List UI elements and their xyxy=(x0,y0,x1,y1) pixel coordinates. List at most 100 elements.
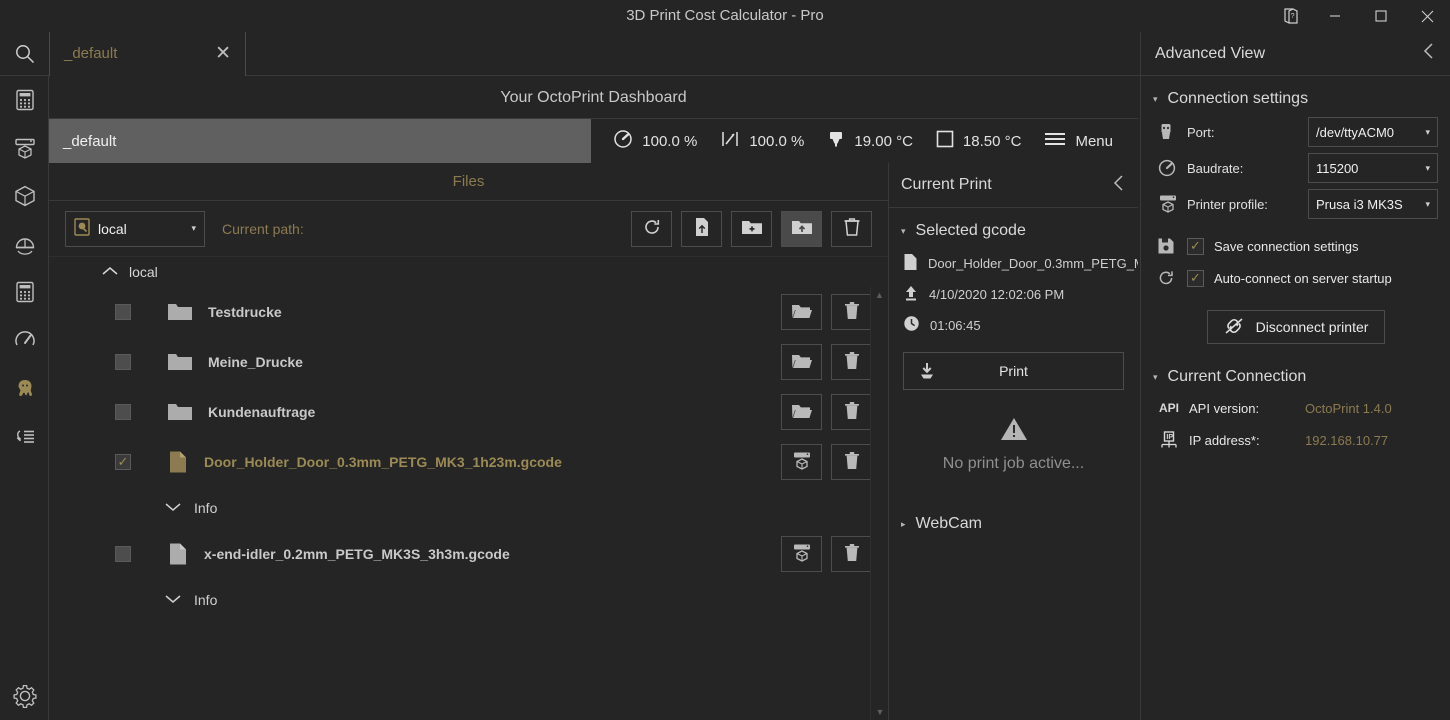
selected-gcode-section[interactable]: ▾ Selected gcode xyxy=(889,208,1138,248)
row-checkbox[interactable] xyxy=(115,304,131,320)
sidebar-item-worker[interactable] xyxy=(0,220,49,268)
delete-row-button[interactable] xyxy=(831,444,872,480)
close-icon[interactable] xyxy=(1404,0,1450,32)
open-folder-button[interactable] xyxy=(781,344,822,380)
tab-default[interactable]: _default ✕ xyxy=(49,31,246,76)
chevron-left-icon[interactable] xyxy=(1112,174,1126,197)
table-row[interactable]: ✓ Door_Holder_Door_0.3mm_PETG_MK3_1h23m.… xyxy=(49,437,888,487)
new-folder-button[interactable] xyxy=(731,210,772,247)
trash-icon xyxy=(844,301,860,323)
upload-to-folder-button[interactable] xyxy=(781,210,822,247)
baudrate-label: Baudrate: xyxy=(1187,160,1244,176)
sidebar-item-printer[interactable] xyxy=(0,124,49,172)
usb-port-icon xyxy=(1157,122,1187,142)
delete-row-button[interactable] xyxy=(831,344,872,380)
baudrate-select[interactable]: 115200 ▾ xyxy=(1308,153,1438,183)
print-button-label: Print xyxy=(999,363,1028,379)
print-row-button[interactable] xyxy=(781,536,822,572)
api-version-label: API version: xyxy=(1189,400,1260,416)
chevron-down-icon: ▾ xyxy=(191,223,196,233)
row-checkbox[interactable] xyxy=(115,404,131,420)
row-checkbox[interactable]: ✓ xyxy=(115,454,131,470)
row-name: Testdrucke xyxy=(208,304,282,320)
triangle-down-icon: ▾ xyxy=(901,225,906,236)
disconnect-printer-button[interactable]: Disconnect printer xyxy=(1206,310,1385,344)
sidebar-item-calculator[interactable] xyxy=(0,76,49,124)
upload-file-button[interactable] xyxy=(681,210,722,247)
status-speed-value: 100.0 % xyxy=(642,132,698,150)
current-connection-section[interactable]: ▾ Current Connection xyxy=(1141,354,1450,392)
files-header: Files xyxy=(49,163,888,201)
sidebar-rail xyxy=(0,76,49,720)
table-row[interactable]: Kundenauftrage xyxy=(49,387,888,437)
printer-status-group: 100.0 % 100.0 % 19.00 °C 18.50 °C Menu xyxy=(591,119,1138,163)
page-title: Your OctoPrint Dashboard xyxy=(49,76,1138,119)
refresh-button[interactable] xyxy=(631,210,672,247)
webcam-section[interactable]: ▸ WebCam xyxy=(889,501,1138,541)
row-checkbox[interactable] xyxy=(115,546,131,562)
api-version-value: OctoPrint 1.4.0 xyxy=(1305,400,1392,416)
scroll-down-icon[interactable]: ▼ xyxy=(871,704,889,720)
port-label: Port: xyxy=(1187,124,1215,140)
search-icon[interactable] xyxy=(0,32,49,76)
port-row: Port: /dev/ttyACM0 ▾ xyxy=(1141,114,1450,150)
autoconnect-checkbox[interactable]: ✓ xyxy=(1187,269,1204,287)
save-connection-settings-label: Save connection settings xyxy=(1214,238,1359,254)
chevron-left-icon[interactable] xyxy=(1422,42,1436,65)
sidebar-item-octoprint[interactable] xyxy=(0,364,49,412)
maximize-icon[interactable] xyxy=(1358,0,1404,32)
breadcrumb[interactable]: local xyxy=(49,257,888,287)
upload-icon xyxy=(903,284,919,305)
row-info-label: Info xyxy=(194,592,218,608)
row-info-toggle[interactable]: Info xyxy=(49,487,888,529)
refresh-icon xyxy=(1157,269,1177,287)
title-bar: 3D Print Cost Calculator - Pro ? xyxy=(0,0,1450,32)
sidebar-item-log[interactable] xyxy=(0,412,49,460)
disconnect-printer-label: Disconnect printer xyxy=(1255,319,1369,335)
save-connection-settings-checkbox[interactable]: ✓ xyxy=(1187,237,1204,255)
advanced-view-panel: Advanced View ▾ Connection settings Port… xyxy=(1140,32,1450,720)
no-print-job-state: No print job active... xyxy=(889,416,1138,473)
print-row-button[interactable] xyxy=(781,444,822,480)
row-info-toggle[interactable]: Info xyxy=(49,579,888,621)
print-button[interactable]: Print xyxy=(903,352,1124,390)
sidebar-item-settings[interactable] xyxy=(0,672,49,720)
delete-row-button[interactable] xyxy=(831,294,872,330)
row-checkbox[interactable] xyxy=(115,354,131,370)
sidebar-item-performance[interactable] xyxy=(0,316,49,364)
connection-settings-section[interactable]: ▾ Connection settings xyxy=(1141,76,1450,114)
delete-row-button[interactable] xyxy=(831,394,872,430)
row-name: x-end-idler_0.2mm_PETG_MK3S_3h3m.gcode xyxy=(204,546,510,562)
file-source-select[interactable]: local ▾ xyxy=(65,210,205,247)
menu-button[interactable]: Menu xyxy=(1032,130,1124,152)
open-folder-button[interactable] xyxy=(781,394,822,430)
file-source-label: local xyxy=(98,220,127,237)
save-connection-settings-row: ✓ Save connection settings xyxy=(1141,230,1450,262)
no-print-job-message: No print job active... xyxy=(942,455,1085,472)
table-row[interactable]: x-end-idler_0.2mm_PETG_MK3S_3h3m.gcode xyxy=(49,529,888,579)
print-download-icon xyxy=(904,361,950,381)
delete-all-button[interactable] xyxy=(831,210,872,247)
gauge-icon xyxy=(1157,158,1187,178)
sidebar-item-model[interactable] xyxy=(0,172,49,220)
current-print-panel: Current Print ▾ Selected gcode Door_Hold… xyxy=(889,163,1138,720)
table-row[interactable]: Meine_Drucke xyxy=(49,337,888,387)
sidebar-item-cost-table[interactable] xyxy=(0,268,49,316)
help-icon[interactable]: ? xyxy=(1270,0,1312,32)
tab-close-icon[interactable]: ✕ xyxy=(215,44,231,63)
table-row[interactable]: Testdrucke xyxy=(49,287,888,337)
trash-icon xyxy=(844,401,860,423)
svg-text:IP: IP xyxy=(1166,434,1173,441)
printer-profile-select[interactable]: Prusa i3 MK3S ▾ xyxy=(1308,189,1438,219)
status-bed: 18.50 °C xyxy=(924,129,1033,153)
save-icon xyxy=(1157,237,1177,255)
chevron-down-icon: ▾ xyxy=(1425,198,1430,209)
files-scrollbar[interactable]: ▲ ▼ xyxy=(870,287,888,720)
hotend-icon xyxy=(826,128,846,154)
minimize-icon[interactable] xyxy=(1312,0,1358,32)
open-folder-button[interactable] xyxy=(781,294,822,330)
chevron-down-icon xyxy=(164,500,182,516)
delete-row-button[interactable] xyxy=(831,536,872,572)
scroll-up-icon[interactable]: ▲ xyxy=(871,287,888,303)
port-select[interactable]: /dev/ttyACM0 ▾ xyxy=(1308,117,1438,147)
